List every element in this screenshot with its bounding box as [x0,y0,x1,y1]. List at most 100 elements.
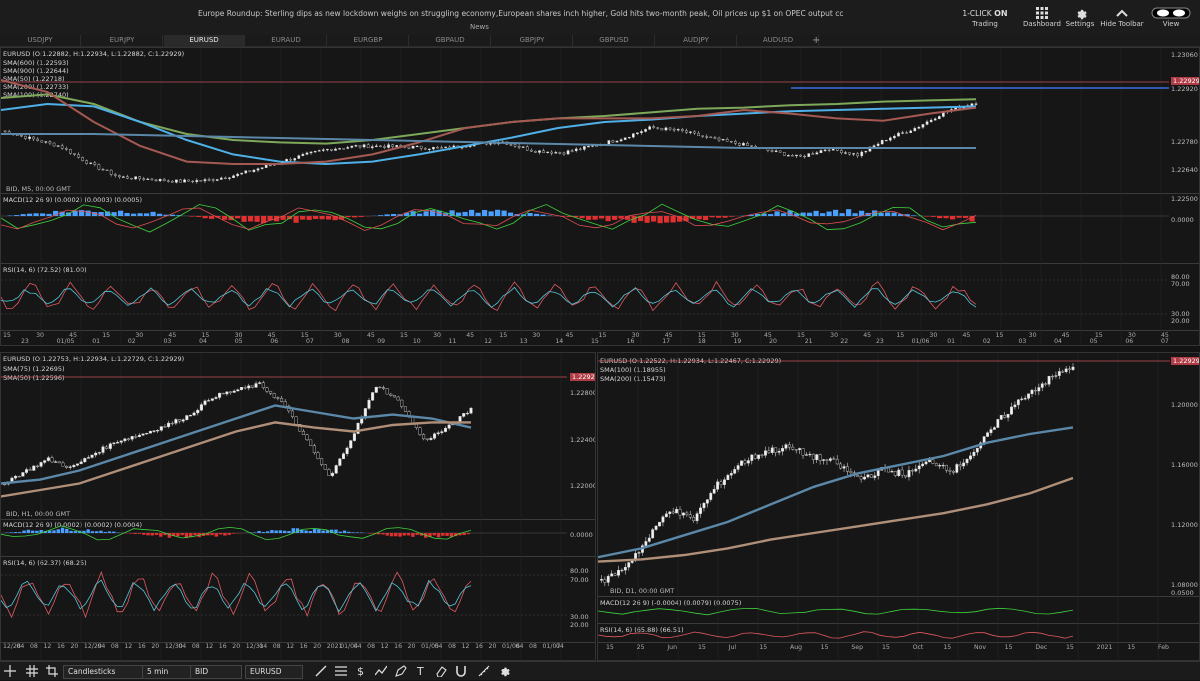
h1-candle [29,470,32,471]
text-tool-icon[interactable]: T [415,665,427,677]
m5-candle [616,141,618,142]
h1-candle [18,476,21,477]
m5-candle [901,133,903,134]
d1-candle [904,475,906,477]
d1-candle [966,459,968,463]
add-tab-button[interactable]: + [812,35,820,46]
d1-candle [915,469,917,471]
m5-candle [975,104,977,105]
d1-candle [604,579,606,582]
macd-bar [606,216,611,221]
chart-canvas-m5[interactable] [1,48,1169,345]
macd-bar [378,215,383,216]
side-select[interactable]: BID [190,665,242,679]
macd-bar [138,533,141,534]
side-value: BID [195,667,208,676]
h1-candle [233,391,236,392]
chart-panel-h1[interactable]: EURUSD (O:1.22753, H:1.22934, L:1.22729,… [0,352,596,661]
chart-canvas-d1[interactable] [598,353,1170,660]
tab-audusd[interactable]: AUDUSD [738,35,819,46]
m5-candle [608,141,610,145]
m5-candle [212,180,214,181]
d1-candle [993,428,995,430]
period-select[interactable]: 5 min [142,665,194,679]
h1-candle [353,434,356,441]
tab-euraud[interactable]: EURAUD [246,35,327,46]
ruler-icon[interactable] [478,665,490,677]
fibonacci-icon[interactable] [335,665,347,677]
tab-usdjpy[interactable]: USDJPY [0,35,81,46]
m5-candle [155,180,157,181]
magnet-icon[interactable] [455,665,467,677]
oneclick-text: 1-CLICK [962,9,991,18]
macd-bar [359,216,364,217]
m5-candle [306,153,308,154]
crop-icon[interactable] [46,665,58,677]
hide-toolbar-button[interactable]: Hide Toolbar [1098,6,1146,28]
indicator-icon[interactable] [375,665,387,677]
time-tick: 15 [759,644,767,651]
d1-candle [891,471,893,472]
d1-candle [857,475,859,476]
h1-candle [138,435,141,437]
macd-bar [781,213,786,216]
h1-candle [379,387,382,388]
macd-bar [159,533,162,537]
macd-bar [129,533,132,534]
time-tick: 15 [102,332,110,339]
symbol-select[interactable]: EURUSD [245,665,303,679]
macd-bar [924,216,929,217]
chart-panel-d1[interactable]: EURUSD (O:1.22522, H:1.22934, L:1.22467,… [597,352,1200,661]
macd-bar [279,530,282,533]
macd-bar [963,216,968,218]
m5-candle [853,154,855,155]
macd-bar [320,216,325,219]
macd-bar [69,531,72,533]
chart-panel-m5[interactable]: EURUSD (O:1.22882, H:1.22934, L:1.22882,… [0,47,1200,346]
m5-candle [706,137,708,138]
tab-gbpusd[interactable]: GBPUSD [574,35,655,46]
macd-bar [658,216,663,223]
m5-candle [844,153,846,154]
dashboard-button[interactable]: Dashboard [1020,6,1064,28]
tab-eurusd[interactable]: EURUSD [164,35,245,46]
rsi-line [598,632,1073,639]
d1-candle [1000,415,1002,419]
news-ticker[interactable]: Europe Roundup: Sterling dips as new loc… [198,9,843,18]
time-tick: 16 [300,643,308,650]
view-button[interactable]: View [1148,6,1194,28]
trading-button[interactable]: 1-CLICK ON Trading [960,6,1010,28]
draw-line-icon[interactable] [315,665,327,677]
tab-audjpy[interactable]: AUDJPY [656,35,737,46]
tab-eurjpy[interactable]: EURJPY [82,35,163,46]
m5-candle [192,181,194,182]
time-tick: 15 [797,332,805,339]
tab-gbpaud[interactable]: GBPAUD [410,35,491,46]
chart-canvas-h1[interactable] [1,353,567,660]
time-tick: Sep [851,644,863,651]
dollar-icon[interactable]: $ [355,665,367,677]
tab-eurgbp[interactable]: EURGBP [328,35,409,46]
m5-candle [702,136,704,137]
m5-candle [799,155,801,156]
tab-gbpjpy[interactable]: GBPJPY [492,35,573,46]
pencil-icon[interactable] [395,665,407,677]
m5-candle [387,145,389,148]
eraser-icon[interactable] [435,665,447,677]
m5-candle [294,158,296,160]
chart-type-select[interactable]: Candlesticks [63,665,151,679]
m5-candle [94,163,96,165]
hash-grid-icon[interactable] [26,665,38,677]
macd-bar [40,213,45,216]
m5-candle [412,146,414,148]
d1-candle [898,470,900,476]
h1-candle [47,458,50,461]
m5-candle [81,157,83,160]
d1-candle [733,469,735,473]
macd-bar [599,216,604,218]
settings-icon[interactable] [498,665,510,677]
h1-candle [200,405,203,411]
settings-button[interactable]: Settings [1064,6,1096,28]
d1-candle [645,541,647,545]
crosshair-icon[interactable] [4,665,16,677]
